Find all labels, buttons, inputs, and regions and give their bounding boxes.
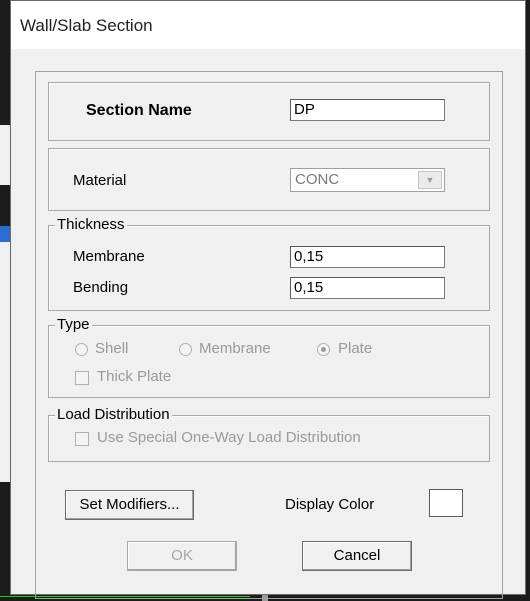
one-way-load-label[interactable]: Use Special One-Way Load Distribution [97,429,361,446]
section-name-input[interactable]: DP [290,99,445,121]
section-name-label: Section Name [86,102,192,119]
background-app-strip-top [0,125,10,185]
dialog-body: Section Name DP Material CONC ▼ Thicknes… [11,49,525,599]
membrane-label: Membrane [73,248,145,265]
type-group: Type Shell Membrane Plate Thick Plate [48,316,490,398]
material-group: Material CONC ▼ [48,148,490,211]
plate-radio[interactable] [317,343,330,356]
title-bar[interactable]: Wall/Slab Section [11,1,525,49]
thick-plate-checkbox[interactable] [75,371,89,385]
bending-label: Bending [73,279,129,296]
membrane-thickness-input[interactable]: 0,15 [290,246,445,268]
thickness-legend: Thickness [55,216,127,234]
ok-button[interactable]: OK [127,541,237,571]
display-color-swatch[interactable] [429,489,463,517]
background-app-strip-mid [0,242,10,482]
membrane-radio[interactable] [179,343,192,356]
material-label: Material [73,172,127,189]
chevron-down-icon[interactable]: ▼ [418,171,442,189]
material-select-value: CONC [295,171,340,188]
type-legend: Type [55,316,92,334]
set-modifiers-button[interactable]: Set Modifiers... [65,490,194,520]
material-select[interactable]: CONC ▼ [290,168,445,192]
load-distribution-legend: Load Distribution [55,406,172,424]
outer-frame: Section Name DP Material CONC ▼ Thicknes… [35,71,503,599]
load-distribution-group: Load Distribution Use Special One-Way Lo… [48,406,490,462]
bending-thickness-input[interactable]: 0,15 [290,277,445,299]
plate-label[interactable]: Plate [338,340,372,357]
display-color-label: Display Color [285,496,375,513]
shell-radio[interactable] [75,343,88,356]
section-name-group: Section Name DP [48,82,490,141]
shell-label[interactable]: Shell [95,340,128,357]
wall-slab-section-dialog: Wall/Slab Section Section Name DP Materi… [10,0,526,599]
thickness-group: Thickness Membrane 0,15 Bending 0,15 [48,216,490,311]
window-title: Wall/Slab Section [20,16,153,35]
thick-plate-label[interactable]: Thick Plate [97,368,171,385]
background-app-selection [0,226,10,242]
one-way-load-checkbox[interactable] [75,432,89,446]
cancel-button[interactable]: Cancel [302,541,412,571]
membrane-type-label[interactable]: Membrane [199,340,271,357]
